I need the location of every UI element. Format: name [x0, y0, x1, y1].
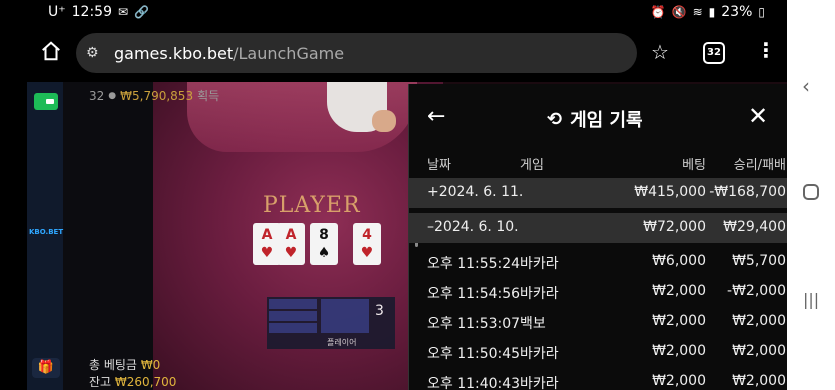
carrier-label: U⁺	[48, 4, 66, 20]
history-row[interactable]: 오후 11:55:24 바카라 ₩6,000 ₩5,700	[409, 247, 788, 277]
signal-icon: ▮	[708, 5, 716, 19]
gift-menu-icon[interactable]: 🎁	[32, 358, 60, 378]
col-bet: 베팅	[682, 158, 706, 173]
history-icon: ⟲	[547, 108, 563, 130]
playing-card: 8 ♠	[310, 223, 338, 265]
bet-cell[interactable]	[269, 299, 317, 309]
brand-logo: KBO.BET	[29, 228, 64, 236]
more-menu-icon[interactable]: ⋮	[756, 38, 776, 62]
bet-panel[interactable]: 3 플레이어	[267, 297, 395, 349]
col-date: 날짜	[427, 158, 451, 173]
system-nav-bar: ‹ |||	[787, 0, 835, 390]
total-bet-label: 총 베팅금	[89, 358, 137, 372]
winnings-amount: ₩5,790,853	[120, 88, 194, 103]
playing-card: 4 ♥	[353, 223, 381, 265]
history-row[interactable]: 오후 11:54:56 바카라 ₩2,000 -₩2,000	[409, 277, 788, 307]
alarm-icon: ⏰	[650, 5, 666, 19]
total-bet: 총 베팅금 ₩0	[89, 356, 160, 373]
players-winnings-info: 32 ● ₩5,790,853 획득	[89, 87, 219, 104]
clock: 12:59	[71, 4, 112, 20]
address-bar[interactable]: ⚙ games.kbo.bet/LaunchGame	[76, 33, 637, 73]
col-result: 승리/패배	[733, 158, 786, 173]
screen: U⁺ 12:59 ✉ 🔗 ⏰ 🔇 ≋ ▮ 23% ▯ ⚙ games.kbo.b…	[0, 0, 835, 390]
history-date-group[interactable]: +2024. 6. 11. ₩415,000 -₩168,700	[409, 178, 788, 208]
history-title: ⟲ 게임 기록	[547, 108, 643, 132]
game-sidebar: KBO.BET 🎁	[27, 82, 63, 390]
battery-level: 23%	[721, 4, 753, 20]
wifi-icon: ≋	[692, 5, 703, 19]
browser-toolbar: ⚙ games.kbo.bet/LaunchGame ☆ 32 ⋮	[0, 26, 787, 82]
mute-icon: 🔇	[671, 5, 687, 19]
history-columns: 날짜 게임 베팅 승리/패배	[409, 152, 788, 173]
players-count: 32	[89, 88, 105, 103]
game-dark-area	[63, 82, 153, 390]
balance: 잔고 ₩260,700	[89, 373, 176, 390]
battery-icon: ▯	[758, 5, 765, 19]
history-date-group[interactable]: –2024. 6. 10. ₩72,000 ₩29,400	[409, 213, 788, 243]
bookmark-star-icon[interactable]: ☆	[651, 40, 669, 64]
home-icon	[42, 41, 60, 61]
person-icon: ●	[108, 90, 117, 101]
wallet-icon[interactable]	[34, 93, 58, 110]
table-player-label: PLAYER	[263, 193, 361, 218]
history-header: ← ⟲ 게임 기록 ✕	[409, 84, 788, 148]
bet-panel-label: 플레이어	[327, 338, 357, 347]
balance-label: 잔고	[89, 375, 112, 389]
playing-card: A ♥	[277, 223, 305, 265]
balance-value: ₩260,700	[114, 375, 177, 389]
tab-switcher-button[interactable]: 32	[703, 42, 725, 64]
total-bet-value: ₩0	[140, 358, 161, 372]
game-history-panel: ← ⟲ 게임 기록 ✕ 날짜 게임 베팅 승리/패배 +2024. 6. 11.…	[408, 84, 788, 390]
back-arrow-icon[interactable]: ←	[427, 104, 445, 129]
bet-cell[interactable]	[269, 323, 317, 333]
link-icon: 🔗	[134, 5, 150, 19]
history-row[interactable]: 오후 11:40:43 바카라 ₩2,000 ₩2,000	[409, 367, 788, 390]
bet-cell[interactable]	[321, 299, 369, 333]
history-row[interactable]: 오후 11:53:07 백보 ₩2,000 ₩2,000	[409, 307, 788, 337]
winnings-label: 획득	[197, 89, 220, 103]
bet-cell[interactable]	[269, 311, 317, 321]
app-notification-icon: ✉	[118, 5, 129, 19]
url-text: games.kbo.bet/LaunchGame	[114, 43, 345, 63]
nav-home-icon[interactable]	[802, 182, 820, 206]
close-icon[interactable]: ✕	[748, 102, 768, 130]
bet-panel-number: 3	[375, 303, 384, 319]
history-row[interactable]: 오후 11:50:45 바카라 ₩2,000 ₩2,000	[409, 337, 788, 367]
home-button[interactable]	[38, 40, 64, 66]
status-bar: U⁺ 12:59 ✉ 🔗 ⏰ 🔇 ≋ ▮ 23% ▯	[0, 0, 787, 26]
dealer-hand	[372, 110, 396, 132]
nav-back-icon[interactable]: ‹	[802, 74, 810, 98]
site-settings-icon[interactable]: ⚙	[86, 45, 106, 61]
nav-recents-icon[interactable]: |||	[803, 290, 819, 309]
col-game: 게임	[520, 158, 544, 173]
